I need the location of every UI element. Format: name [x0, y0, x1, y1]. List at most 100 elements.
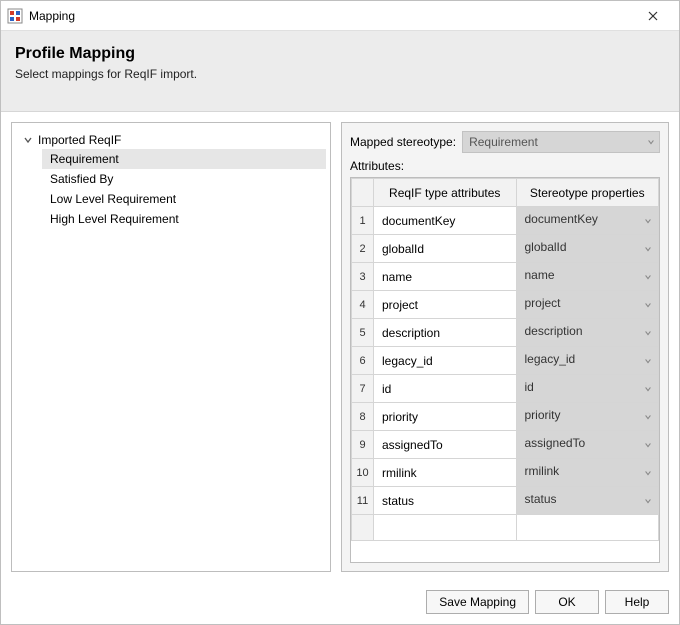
stereotype-property-cell[interactable]: documentKey — [516, 207, 659, 235]
row-number: 8 — [352, 403, 374, 431]
window-title: Mapping — [29, 9, 633, 23]
chevron-down-icon — [644, 469, 652, 477]
chevron-down-icon — [644, 245, 652, 253]
stereotype-property-cell[interactable]: globalId — [516, 235, 659, 263]
reqif-attribute-cell[interactable]: status — [374, 487, 517, 515]
header-band: Profile Mapping Select mappings for ReqI… — [1, 31, 679, 112]
stereotype-property-value: rmilink — [525, 464, 560, 478]
reqif-attribute-cell[interactable]: legacy_id — [374, 347, 517, 375]
stereotype-property-value: assignedTo — [525, 436, 586, 450]
table-row: 1documentKeydocumentKey — [352, 207, 659, 235]
table-row: 9assignedToassignedTo — [352, 431, 659, 459]
chevron-down-icon — [644, 413, 652, 421]
close-button[interactable] — [633, 2, 673, 30]
titlebar: Mapping — [1, 1, 679, 31]
row-number: 1 — [352, 207, 374, 235]
attributes-table: ReqIF type attributes Stereotype propert… — [351, 178, 659, 541]
stereotype-property-cell[interactable]: status — [516, 487, 659, 515]
page-subtitle: Select mappings for ReqIF import. — [15, 67, 665, 81]
mapping-dialog: Mapping Profile Mapping Select mappings … — [0, 0, 680, 625]
row-number: 4 — [352, 291, 374, 319]
tree-item[interactable]: High Level Requirement — [42, 209, 326, 229]
chevron-down-icon — [644, 329, 652, 337]
stereotype-value: Requirement — [469, 135, 538, 149]
table-row: 11statusstatus — [352, 487, 659, 515]
tree-root[interactable]: Imported ReqIF — [16, 131, 326, 149]
reqif-attribute-cell[interactable]: rmilink — [374, 459, 517, 487]
stereotype-property-value: priority — [525, 408, 561, 422]
close-icon — [648, 11, 658, 21]
col-stereo: Stereotype properties — [516, 179, 659, 207]
row-number: 9 — [352, 431, 374, 459]
chevron-down-icon — [22, 134, 34, 146]
col-rownum — [352, 179, 374, 207]
chevron-down-icon — [644, 273, 652, 281]
reqif-attribute-cell[interactable]: description — [374, 319, 517, 347]
table-row: 3namename — [352, 263, 659, 291]
save-mapping-button[interactable]: Save Mapping — [426, 590, 529, 614]
table-row: 4projectproject — [352, 291, 659, 319]
table-row: 8prioritypriority — [352, 403, 659, 431]
row-number: 2 — [352, 235, 374, 263]
page-heading: Profile Mapping — [15, 45, 665, 63]
chevron-down-icon — [644, 301, 652, 309]
app-icon — [7, 8, 23, 24]
table-row: 6legacy_idlegacy_id — [352, 347, 659, 375]
table-row: 2globalIdglobalId — [352, 235, 659, 263]
stereotype-property-cell[interactable]: priority — [516, 403, 659, 431]
attributes-label: Attributes: — [350, 159, 660, 173]
table-row-empty — [352, 515, 659, 541]
stereotype-property-cell[interactable]: project — [516, 291, 659, 319]
row-number: 5 — [352, 319, 374, 347]
tree-children: RequirementSatisfied ByLow Level Require… — [42, 149, 326, 229]
reqif-attribute-cell[interactable]: assignedTo — [374, 431, 517, 459]
tree-item[interactable]: Low Level Requirement — [42, 189, 326, 209]
row-number: 6 — [352, 347, 374, 375]
col-reqif: ReqIF type attributes — [374, 179, 517, 207]
row-number: 3 — [352, 263, 374, 291]
row-number: 7 — [352, 375, 374, 403]
row-number: 10 — [352, 459, 374, 487]
help-button[interactable]: Help — [605, 590, 669, 614]
chevron-down-icon — [647, 138, 655, 146]
chevron-down-icon — [644, 385, 652, 393]
stereotype-select[interactable]: Requirement — [462, 131, 660, 153]
stereotype-property-value: status — [525, 492, 557, 506]
stereotype-property-value: project — [525, 296, 561, 310]
stereotype-property-value: legacy_id — [525, 352, 576, 366]
tree-panel: Imported ReqIF RequirementSatisfied ByLo… — [11, 122, 331, 572]
reqif-attribute-cell[interactable]: id — [374, 375, 517, 403]
row-number: 11 — [352, 487, 374, 515]
stereotype-row: Mapped stereotype: Requirement — [350, 131, 660, 153]
stereotype-property-value: documentKey — [525, 212, 598, 226]
reqif-attribute-cell[interactable]: project — [374, 291, 517, 319]
stereotype-property-value: globalId — [525, 240, 567, 254]
attributes-panel: Mapped stereotype: Requirement Attribute… — [341, 122, 669, 572]
attributes-table-wrap: ReqIF type attributes Stereotype propert… — [350, 177, 660, 563]
chevron-down-icon — [644, 217, 652, 225]
table-row: 5descriptiondescription — [352, 319, 659, 347]
stereotype-property-cell[interactable]: name — [516, 263, 659, 291]
tree-root-label: Imported ReqIF — [38, 133, 121, 147]
tree-item[interactable]: Requirement — [42, 149, 326, 169]
stereotype-property-cell[interactable]: id — [516, 375, 659, 403]
stereotype-property-cell[interactable]: rmilink — [516, 459, 659, 487]
footer: Save Mapping OK Help — [1, 582, 679, 624]
reqif-attribute-cell[interactable]: priority — [374, 403, 517, 431]
ok-button[interactable]: OK — [535, 590, 599, 614]
stereotype-property-cell[interactable]: description — [516, 319, 659, 347]
reqif-attribute-cell[interactable]: globalId — [374, 235, 517, 263]
body: Imported ReqIF RequirementSatisfied ByLo… — [1, 112, 679, 582]
reqif-attribute-cell[interactable]: name — [374, 263, 517, 291]
stereotype-property-cell[interactable]: assignedTo — [516, 431, 659, 459]
table-row: 10rmilinkrmilink — [352, 459, 659, 487]
chevron-down-icon — [644, 441, 652, 449]
stereotype-property-cell[interactable]: legacy_id — [516, 347, 659, 375]
stereotype-property-value: id — [525, 380, 534, 394]
reqif-attribute-cell[interactable]: documentKey — [374, 207, 517, 235]
chevron-down-icon — [644, 357, 652, 365]
table-row: 7idid — [352, 375, 659, 403]
tree-item[interactable]: Satisfied By — [42, 169, 326, 189]
stereotype-property-value: name — [525, 268, 555, 282]
chevron-down-icon — [644, 497, 652, 505]
